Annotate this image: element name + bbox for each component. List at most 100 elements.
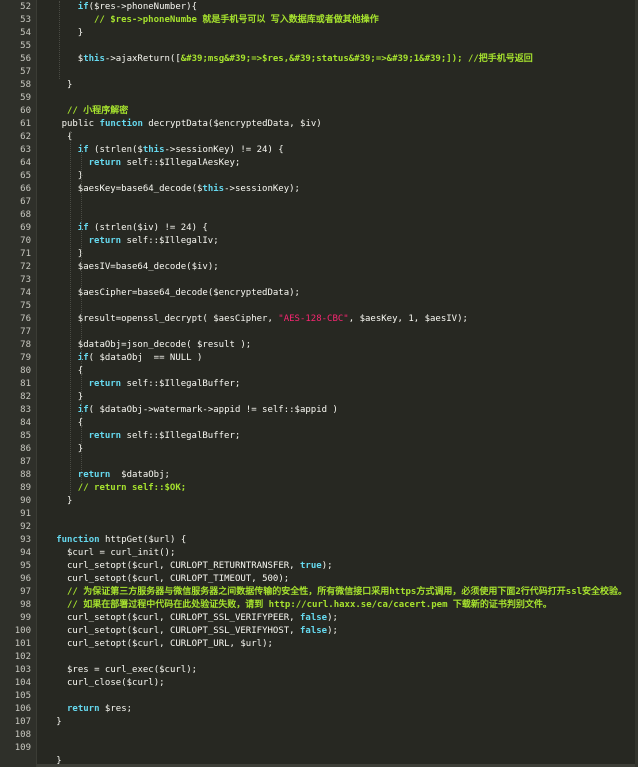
line-number: 87 (20, 457, 31, 467)
code-line[interactable]: 81 return self::$IllegalBuffer; (0, 378, 632, 391)
code-line[interactable]: 82} (0, 391, 632, 404)
code-line[interactable]: 77 (0, 326, 632, 339)
code-line[interactable]: 53 // $res->phoneNumbe 就是手机号可以 写入数据库或者做其他… (0, 14, 632, 27)
code-line[interactable]: 68 (0, 209, 632, 222)
code-line[interactable]: 57 (0, 66, 632, 79)
code-line[interactable]: 65} (0, 170, 632, 183)
code-line[interactable]: 95 curl_setopt($curl, CURLOPT_RETURNTRANS… (0, 560, 632, 573)
code-line[interactable]: 62{ (0, 131, 632, 144)
code-line[interactable]: 86} (0, 443, 632, 456)
code-line[interactable]: 61 public function decryptData($encrypted… (0, 118, 632, 131)
line-number: 107 (14, 717, 31, 727)
code-token: if (77, 405, 89, 415)
code-line[interactable]: 87 (0, 456, 632, 469)
code-line[interactable]: 106 return $res; (0, 703, 632, 716)
code-editor[interactable]: 52 if($res->phoneNumber){53// $res->phone… (0, 0, 638, 767)
line-code: public function decryptData($encryptedDa… (62, 118, 322, 131)
code-line[interactable]: 109 (0, 742, 632, 755)
code-token: (strlen($iv) != 24) { (88, 223, 208, 233)
line-number: 106 (14, 704, 31, 714)
line-number: 109 (14, 743, 31, 753)
code-line[interactable]: 100 curl_setopt($curl, CURLOPT_SSL_VERIFY… (0, 625, 632, 638)
code-line[interactable]: 94 $curl = curl_init(); (0, 547, 632, 560)
code-line[interactable]: 88 return $dataObj; (0, 469, 632, 482)
code-line[interactable]: 59 (0, 92, 632, 105)
line-code: } (56, 716, 61, 729)
code-line[interactable]: 83 if( $dataObj->watermark->appid != self… (0, 404, 632, 417)
code-line[interactable]: 84{ (0, 417, 632, 430)
line-code: curl_setopt($curl, CURLOPT_SSL_VERIFYPEE… (67, 612, 338, 625)
code-line[interactable]: 75 (0, 300, 632, 313)
code-line[interactable]: 92 (0, 521, 632, 534)
code-line[interactable]: 78 $dataObj=json_decode( $result ); (0, 339, 632, 352)
code-line[interactable]: 60 // 小程序解密 (0, 105, 632, 118)
line-number: 82 (20, 392, 31, 402)
code-line[interactable]: 91 (0, 508, 632, 521)
line-code: $dataObj=json_decode( $result ); (78, 339, 251, 352)
code-line[interactable]: 72 $aesIV=base64_decode($iv); (0, 261, 632, 274)
line-code: return $res; (67, 703, 132, 716)
code-token: $aesCipher=base64_decode($encryptedData)… (77, 288, 300, 298)
code-token: $dataObj=json_decode( $result ); (77, 340, 252, 350)
code-line[interactable]: 70 return self::$IllegalIv; (0, 235, 632, 248)
code-line[interactable]: 79 if( $dataObj == NULL ) (0, 352, 632, 365)
code-line[interactable]: 99 curl_setopt($curl, CURLOPT_SSL_VERIFYP… (0, 612, 632, 625)
code-line[interactable]: 76 $result=openssl_decrypt( $aesCipher, "… (0, 313, 632, 326)
line-code: $res = curl_exec($curl); (67, 664, 197, 677)
code-line[interactable]: 71} (0, 248, 632, 261)
code-line[interactable]: 66 $aesKey=base64_decode($this->sessionKe… (0, 183, 632, 196)
line-number: 58 (20, 80, 31, 90)
line-number: 69 (20, 223, 31, 233)
code-line[interactable]: 73 (0, 274, 632, 287)
line-number: 72 (20, 262, 31, 272)
line-number: 75 (20, 301, 31, 311)
code-line[interactable]: 96 curl_setopt($curl, CURLOPT_TIMEOUT, 50… (0, 573, 632, 586)
code-line[interactable]: 93 function httpGet($url) { (0, 534, 632, 547)
code-line[interactable]: 97 // 为保证第三方服务器与微信服务器之间数据传输的安全性，所有微信接口采用h… (0, 586, 632, 599)
code-line[interactable]: 103 $res = curl_exec($curl); (0, 664, 632, 677)
code-line[interactable]: 105 (0, 690, 632, 703)
code-token: false (300, 613, 328, 623)
line-number: 100 (14, 626, 31, 636)
code-token: $aesIV=base64_decode($iv); (77, 262, 219, 272)
line-number: 79 (20, 353, 31, 363)
code-line[interactable]: 108 (0, 729, 632, 742)
line-number: 86 (20, 444, 31, 454)
code-token: function (56, 535, 100, 545)
code-line[interactable]: 102 (0, 651, 632, 664)
code-token: } (67, 80, 73, 90)
code-line[interactable]: 69 if (strlen($iv) != 24) { (0, 222, 632, 235)
line-number: 52 (20, 2, 31, 12)
code-line[interactable]: 89 // return self::$OK; (0, 482, 632, 495)
code-line[interactable]: 64 return self::$IllegalAesKey; (0, 157, 632, 170)
code-line[interactable]: 67 (0, 196, 632, 209)
code-line[interactable]: 55 (0, 40, 632, 53)
code-line[interactable]: 101 curl_setopt($curl, CURLOPT_URL, $url)… (0, 638, 632, 651)
code-line[interactable]: 85 return self::$IllegalBuffer; (0, 430, 632, 443)
code-line[interactable]: 80{ (0, 365, 632, 378)
code-token: if (77, 2, 89, 12)
code-token: ( $dataObj == NULL ) (88, 353, 203, 363)
code-line[interactable]: 107} (0, 716, 632, 729)
line-code: $aesKey=base64_decode($this->sessionKey)… (78, 183, 300, 196)
code-token: ->sessionKey); (224, 184, 300, 194)
code-line[interactable]: 104 curl_close($curl); (0, 677, 632, 690)
code-token: self::$IllegalBuffer; (121, 431, 241, 441)
line-number: 92 (20, 522, 31, 532)
code-line[interactable]: 90} (0, 495, 632, 508)
code-token: // $res->phoneNumbe 就是手机号可以 写入数据库或者做其他操作 (94, 15, 379, 25)
code-line[interactable]: 58} (0, 79, 632, 92)
code-line[interactable]: 98 // 如果在部署过程中代码在此处验证失败，请到 http://curl.ha… (0, 599, 632, 612)
code-token: this (142, 145, 165, 155)
code-line[interactable]: 54} (0, 27, 632, 40)
code-line[interactable]: 74 $aesCipher=base64_decode($encryptedDat… (0, 287, 632, 300)
line-number: 103 (14, 665, 31, 675)
code-token: httpGet($url) { (99, 535, 187, 545)
code-token: if (77, 223, 89, 233)
code-token: return (88, 158, 122, 168)
code-line[interactable]: 52 if($res->phoneNumber){ (0, 1, 632, 14)
code-line[interactable]: 56 $this->ajaxReturn([&#39;msg&#39;=>$res… (0, 53, 632, 66)
code-line[interactable]: 63 if (strlen($this->sessionKey) != 24) { (0, 144, 632, 157)
line-number: 91 (20, 509, 31, 519)
line-code: curl_setopt($curl, CURLOPT_URL, $url); (67, 638, 273, 651)
